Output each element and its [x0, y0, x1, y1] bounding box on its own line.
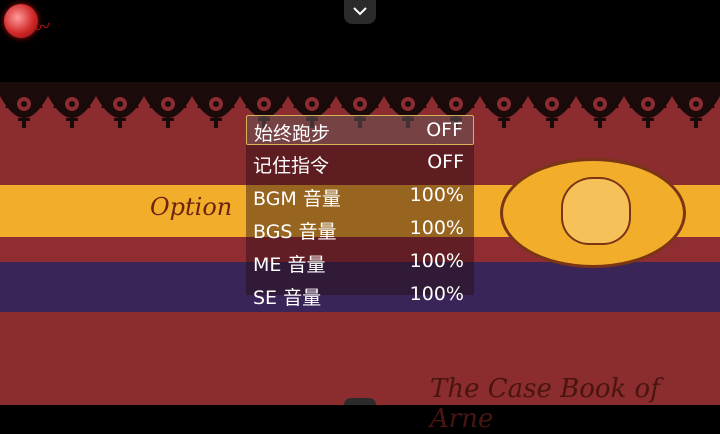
- bottom-handle: [344, 398, 376, 405]
- bat-mark-icon: 〰: [32, 16, 53, 39]
- option-title: Option: [150, 193, 233, 221]
- option-value: OFF: [427, 151, 464, 173]
- option-value: OFF: [426, 119, 463, 141]
- character-portrait: [561, 177, 631, 245]
- chevron-down-icon[interactable]: [344, 0, 376, 24]
- option-command-remember[interactable]: 记住指令 OFF: [246, 148, 474, 178]
- option-label: BGM 音量: [253, 188, 341, 210]
- option-always-dash[interactable]: 始终跑步 OFF: [246, 115, 474, 145]
- option-label: 记住指令: [253, 155, 330, 177]
- game-title: The Case Book of Arne: [430, 374, 660, 434]
- option-me-volume[interactable]: ME 音量 100%: [246, 247, 474, 277]
- option-bgs-volume[interactable]: BGS 音量 100%: [246, 214, 474, 244]
- option-value: 100%: [409, 217, 464, 239]
- option-value: 100%: [409, 250, 464, 272]
- option-se-volume[interactable]: SE 音量 100%: [246, 280, 474, 310]
- option-value: 100%: [409, 184, 464, 206]
- character-medallion: [500, 158, 686, 268]
- option-bgm-volume[interactable]: BGM 音量 100%: [246, 181, 474, 211]
- option-label: SE 音量: [253, 287, 322, 309]
- option-label: BGS 音量: [253, 221, 337, 243]
- option-label: ME 音量: [253, 254, 326, 276]
- options-menu: 始终跑步 OFF 记住指令 OFF BGM 音量 100% BGS 音量 100…: [246, 115, 474, 309]
- option-label: 始终跑步: [254, 123, 331, 145]
- option-value: 100%: [409, 283, 464, 305]
